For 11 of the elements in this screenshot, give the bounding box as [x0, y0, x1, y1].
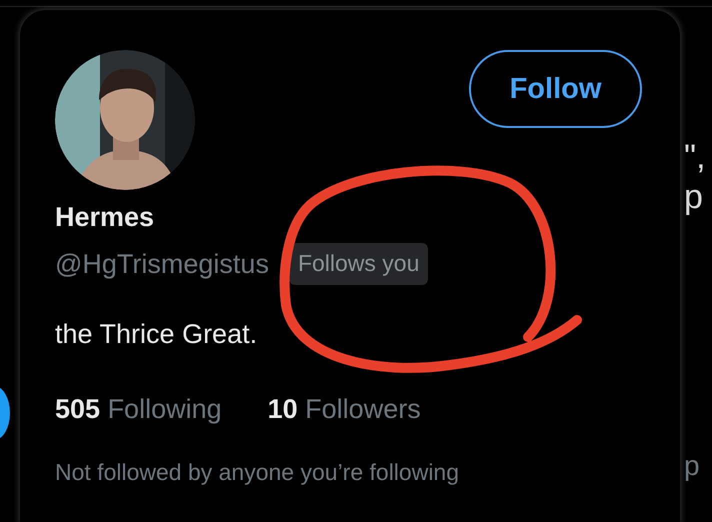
text-fragment: ",: [684, 140, 706, 174]
stat-link[interactable]: 505 Following: [55, 394, 222, 425]
display-name: Hermes: [55, 202, 156, 233]
follow-button[interactable]: Follow: [469, 50, 642, 128]
follows-you-badge: Follows you: [288, 243, 428, 285]
stat-link[interactable]: 10 Followers: [268, 394, 421, 425]
text-fragment: p: [684, 180, 703, 214]
bio-text: the Thrice Great.: [55, 319, 258, 350]
text-fragment: p: [684, 452, 700, 480]
username: @HgTrismegistus: [55, 248, 269, 280]
followers-note: Not followed by anyone you’re following: [55, 459, 460, 486]
